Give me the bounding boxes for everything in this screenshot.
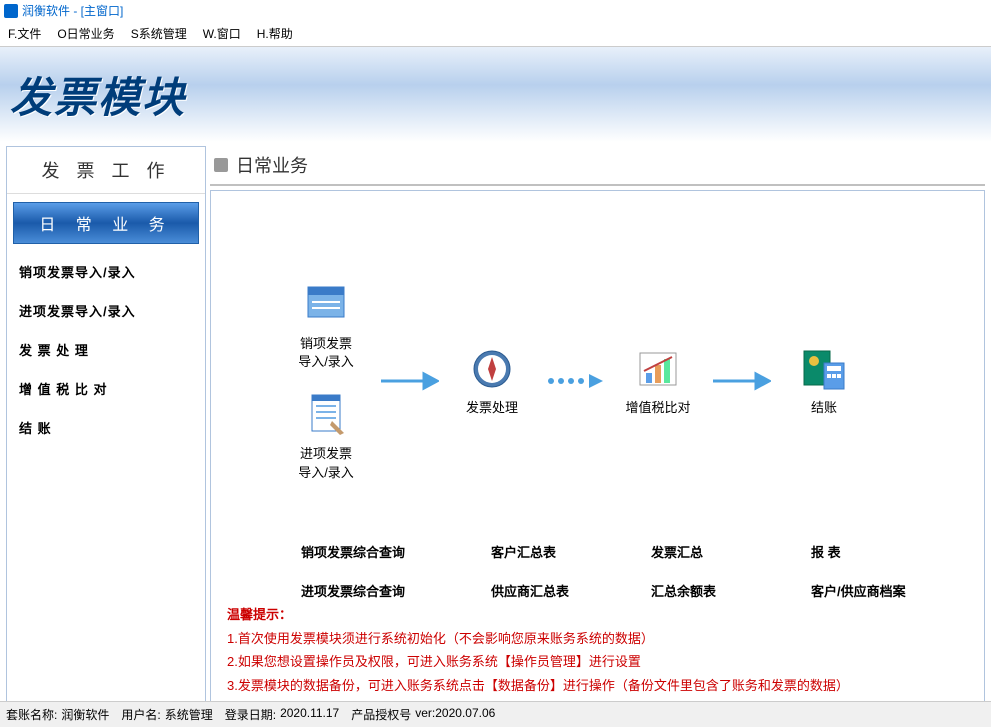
menu-system[interactable]: S系统管理 — [131, 25, 187, 42]
status-account-label: 套账名称: — [6, 706, 57, 723]
flow-row: 销项发票导入/录入 进项发票导入/录入 — [281, 281, 964, 482]
flow-label: 发票处理 — [466, 399, 518, 417]
link-supplier-summary[interactable]: 供应商汇总表 — [491, 581, 611, 600]
link-report[interactable]: 报 表 — [811, 542, 951, 561]
arrow-dotted-icon — [545, 371, 605, 391]
main-header-text: 日常业务 — [236, 152, 308, 178]
menu-help[interactable]: H.帮助 — [257, 25, 293, 42]
flow-node-purchase-import[interactable]: 进项发票导入/录入 — [281, 391, 371, 481]
link-sales-query[interactable]: 销项发票综合查询 — [301, 542, 451, 561]
sidebar: 发 票 工 作 日 常 业 务 销项发票导入/录入 进项发票导入/录入 发 票 … — [6, 146, 206, 702]
arrow-icon — [379, 371, 439, 391]
tips-line-2: 2.如果您想设置操作员及权限，可进入账务系统【操作员管理】进行设置 — [227, 650, 968, 673]
status-license: ver:2020.07.06 — [415, 706, 495, 723]
compass-icon — [468, 345, 516, 393]
book-calculator-icon — [800, 345, 848, 393]
statusbar: 套账名称: 润衡软件 用户名: 系统管理 登录日期: 2020.11.17 产品… — [0, 701, 991, 727]
status-license-label: 产品授权号 — [351, 706, 411, 723]
chart-icon — [634, 345, 682, 393]
tips-line-1: 1.首次使用发票模块须进行系统初始化（不会影响您原来账务系统的数据） — [227, 627, 968, 650]
sidebar-item-vat-compare[interactable]: 增 值 税 比 对 — [7, 369, 205, 408]
titlebar-text: 润衡软件 - [主窗口] — [22, 2, 123, 19]
sidebar-header: 发 票 工 作 — [7, 147, 205, 194]
menu-window[interactable]: W.窗口 — [203, 25, 241, 42]
arrow-icon — [711, 371, 771, 391]
link-customer-supplier-archive[interactable]: 客户/供应商档案 — [811, 581, 951, 600]
sidebar-item-purchase-import[interactable]: 进项发票导入/录入 — [7, 291, 205, 330]
menubar: F.文件 O日常业务 S系统管理 W.窗口 H.帮助 — [0, 21, 991, 47]
tips-line-3: 3.发票模块的数据备份，可进入账务系统点击【数据备份】进行操作（备份文件里包含了… — [227, 674, 968, 697]
link-balance-summary[interactable]: 汇总余额表 — [651, 581, 771, 600]
status-date: 2020.11.17 — [280, 706, 339, 723]
sidebar-item-closing[interactable]: 结 账 — [7, 408, 205, 447]
main-body: 销项发票导入/录入 进项发票导入/录入 — [210, 190, 985, 710]
sidebar-item-invoice-process[interactable]: 发 票 处 理 — [7, 330, 205, 369]
flow-label: 进项发票导入/录入 — [298, 445, 354, 481]
flow-node-invoice-process[interactable]: 发票处理 — [447, 345, 537, 417]
sidebar-item-sales-import[interactable]: 销项发票导入/录入 — [7, 252, 205, 291]
flow-node-sales-import[interactable]: 销项发票导入/录入 — [281, 281, 371, 371]
app-icon — [4, 4, 18, 18]
titlebar: 润衡软件 - [主窗口] — [0, 0, 991, 21]
status-date-label: 登录日期: — [225, 706, 276, 723]
tips: 温馨提示： 1.首次使用发票模块须进行系统初始化（不会影响您原来账务系统的数据）… — [227, 603, 968, 697]
header-bullet-icon — [214, 158, 228, 172]
status-user-label: 用户名: — [121, 706, 160, 723]
menu-daily[interactable]: O日常业务 — [57, 25, 114, 42]
document-icon — [302, 281, 350, 329]
main-header: 日常业务 — [210, 146, 985, 186]
links-row: 销项发票综合查询 进项发票综合查询 客户汇总表 供应商汇总表 发票汇总 汇总余额… — [301, 542, 964, 600]
flow-label: 增值税比对 — [625, 399, 690, 417]
link-purchase-query[interactable]: 进项发票综合查询 — [301, 581, 451, 600]
flow-label: 结账 — [811, 399, 837, 417]
menu-file[interactable]: F.文件 — [8, 25, 41, 42]
banner-title: 发票模块 — [10, 64, 186, 125]
main: 日常业务 销项发票导入/录入 进项发票导入/录入 — [210, 146, 985, 702]
flow-node-vat-compare[interactable]: 增值税比对 — [613, 345, 703, 417]
link-invoice-summary[interactable]: 发票汇总 — [651, 542, 771, 561]
sidebar-active-daily[interactable]: 日 常 业 务 — [13, 202, 199, 244]
banner: 发票模块 — [0, 47, 991, 142]
status-account: 润衡软件 — [61, 706, 109, 723]
flow-label: 销项发票导入/录入 — [298, 335, 354, 371]
tips-title: 温馨提示： — [227, 603, 968, 626]
flow-node-closing[interactable]: 结账 — [779, 345, 869, 417]
link-customer-summary[interactable]: 客户汇总表 — [491, 542, 611, 561]
document-edit-icon — [302, 391, 350, 439]
status-user: 系统管理 — [165, 706, 213, 723]
